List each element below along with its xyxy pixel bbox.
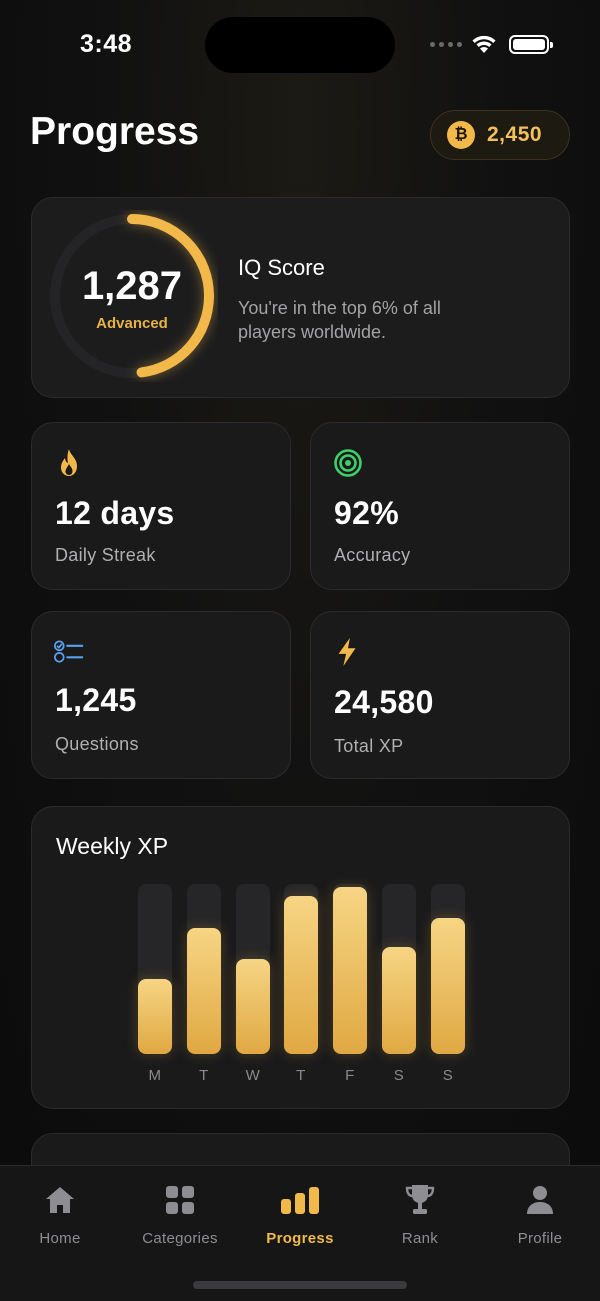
weekly-xp-bar (284, 896, 318, 1054)
stat-card-accuracy[interactable]: 92% Accuracy (310, 422, 570, 590)
weekly-xp-bar-track (236, 884, 270, 1054)
coin-amount: 2,450 (487, 123, 543, 146)
iq-score-value: 1,287 (81, 264, 183, 308)
weekly-xp-bar-track (333, 884, 367, 1054)
stat-label: Questions (55, 734, 139, 754)
stat-label: Accuracy (334, 545, 411, 565)
weekly-xp-bar-track (284, 884, 318, 1054)
wifi-icon (472, 35, 496, 53)
weekly-xp-day-label: S (442, 1067, 454, 1084)
stat-label: Total XP (334, 736, 404, 756)
weekly-xp-day-label: M (148, 1067, 162, 1084)
lightning-icon (338, 637, 356, 667)
stat-label: Daily Streak (55, 545, 156, 565)
iq-level-label: Advanced (96, 315, 168, 332)
weekly-xp-chart: MTWTFSS (32, 807, 571, 1110)
weekly-xp-bar (431, 918, 465, 1054)
status-bar: 3:48 (0, 0, 600, 90)
progress-screen: 3:48 Progress ₿ 2,450 1,287 Advanced IQ … (0, 0, 600, 1301)
iq-score-card[interactable]: 1,287 Advanced IQ Score You're in the to… (31, 197, 570, 398)
stat-value: 24,580 (334, 684, 434, 720)
page-title: Progress (30, 110, 200, 153)
weekly-xp-bar (382, 947, 416, 1054)
tab-profile[interactable]: Profile (480, 1182, 600, 1247)
weekly-xp-bar (333, 887, 367, 1054)
stat-value: 12 days (55, 495, 175, 531)
weekly-xp-card: Weekly XP MTWTFSS (31, 806, 570, 1109)
coin-icon: ₿ (447, 121, 475, 149)
weekly-xp-bar (236, 959, 270, 1054)
dynamic-island (205, 17, 395, 73)
grid-icon (166, 1186, 194, 1214)
tab-label: Progress (266, 1230, 334, 1247)
home-icon (46, 1187, 74, 1213)
weekly-xp-bar (138, 979, 172, 1054)
weekly-xp-bar (187, 928, 221, 1054)
tab-categories[interactable]: Categories (120, 1182, 240, 1247)
weekly-xp-bar-track (431, 884, 465, 1054)
stat-card-streak[interactable]: 12 days Daily Streak (31, 422, 291, 590)
weekly-xp-day-label: S (393, 1067, 405, 1084)
flame-icon (61, 449, 77, 476)
tab-progress[interactable]: Progress (240, 1182, 360, 1247)
stat-value: 92% (334, 495, 399, 531)
target-icon (334, 449, 362, 477)
weekly-xp-bar-track (382, 884, 416, 1054)
tab-label: Profile (517, 1230, 563, 1247)
stat-value: 1,245 (55, 682, 137, 718)
person-icon (527, 1186, 553, 1214)
stat-card-questions[interactable]: 1,245 Questions (31, 611, 291, 779)
signal-icon (430, 42, 462, 47)
weekly-xp-day-label: W (245, 1067, 261, 1084)
checklist-icon (54, 640, 84, 663)
tab-label: Categories (142, 1230, 218, 1247)
stat-card-total-xp[interactable]: 24,580 Total XP (310, 611, 570, 779)
coin-balance-button[interactable]: ₿ 2,450 (430, 110, 570, 160)
tab-home[interactable]: Home (0, 1182, 120, 1247)
home-indicator[interactable] (193, 1281, 407, 1289)
weekly-xp-bar-track (187, 884, 221, 1054)
bar-chart-icon (281, 1187, 319, 1214)
tab-rank[interactable]: Rank (360, 1182, 480, 1247)
tab-label: Home (39, 1230, 81, 1247)
iq-score-description: You're in the top 6% of all players worl… (238, 298, 441, 342)
tab-label: Rank (401, 1230, 439, 1247)
trophy-icon (405, 1185, 435, 1214)
status-time: 3:48 (80, 30, 133, 58)
weekly-xp-day-label: F (345, 1067, 355, 1084)
weekly-xp-day-label: T (296, 1067, 306, 1084)
battery-icon (509, 35, 553, 54)
weekly-xp-bar-track (138, 884, 172, 1054)
weekly-xp-day-label: T (199, 1067, 209, 1084)
iq-score-title: IQ Score (238, 255, 325, 280)
